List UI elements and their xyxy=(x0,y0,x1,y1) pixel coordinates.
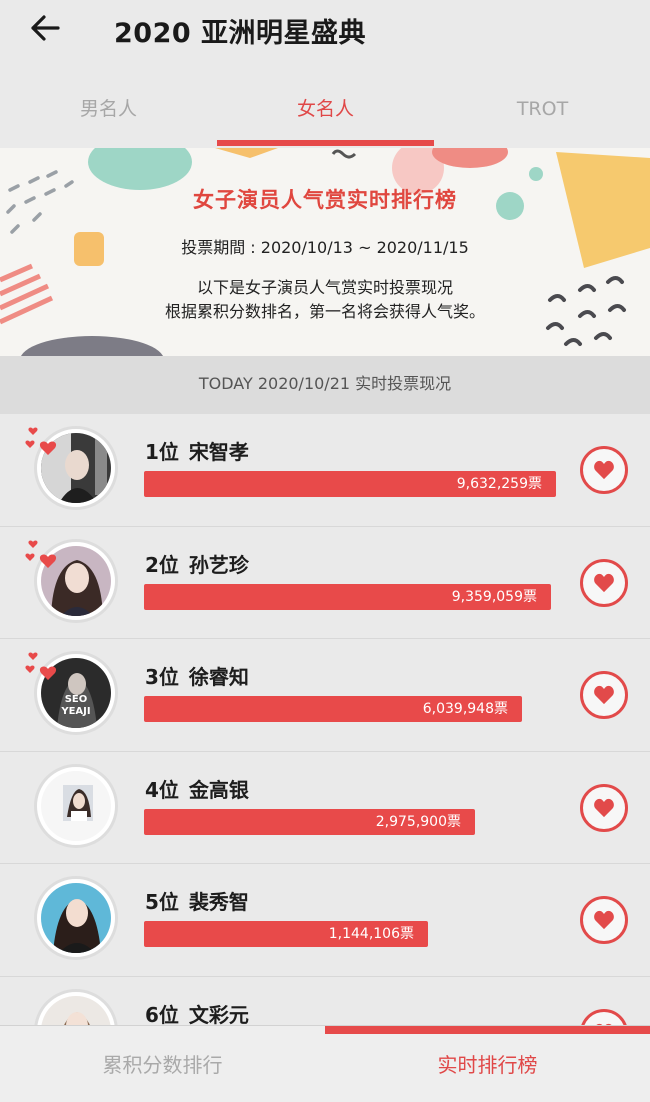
vote-count-bar: 1,144,106票 xyxy=(144,921,428,947)
voting-period: 投票期間 : 2020/10/13 ~ 2020/11/15 xyxy=(181,238,469,257)
heart-icon xyxy=(594,573,614,592)
ranking-row: 5位 裴秀智 1,144,106票 xyxy=(0,864,650,977)
vote-button[interactable] xyxy=(580,671,628,719)
bottom-navigation: 累积分数排行 实时排行榜 xyxy=(0,1025,650,1102)
heart-icon xyxy=(594,910,614,930)
ranking-row: SEO YEAJI 3位 徐睿知 6,039,948票 xyxy=(0,639,650,752)
banner-desc-line1: 以下是女子演员人气赏实时投票现况 xyxy=(196,278,453,297)
tab-cumulative-ranking[interactable]: 累积分数排行 xyxy=(0,1040,325,1090)
celebrity-name: 孙艺珍 xyxy=(188,552,249,577)
ranking-row: 2位 孙艺珍 9,359,059票 xyxy=(0,527,650,639)
top-rank-hearts-icon xyxy=(25,652,57,680)
banner-desc-line2: 根据累积分数排名，第一名将会获得人气奖。 xyxy=(164,302,485,321)
rank-name: 6位 文彩元 xyxy=(145,999,249,1028)
arrow-left-icon xyxy=(31,15,60,41)
vote-count-bar: 9,359,059票 xyxy=(144,583,551,610)
ranking-row: 1位 宋智孝 9,632,259票 xyxy=(0,414,650,527)
avatar-image xyxy=(41,770,111,841)
tab-male-celebrities[interactable]: 男名人 xyxy=(0,78,217,142)
rank-position: 5位 xyxy=(145,890,179,914)
vote-count-bar: 9,632,259票 xyxy=(144,471,556,497)
tab-female-celebrities[interactable]: 女名人 xyxy=(217,78,434,142)
avatar-image xyxy=(41,883,111,953)
active-tab-indicator xyxy=(217,140,434,146)
ranking-list: 1位 宋智孝 9,632,259票 2位 孙艺珍 9,359,059票 SEO … xyxy=(0,414,650,1089)
rank-position: 6位 xyxy=(145,1002,179,1027)
banner-title: 女子演员人气赏实时排行榜 xyxy=(193,188,457,212)
bottom-active-indicator xyxy=(325,1026,650,1034)
category-tabs: 男名人 女名人 TROT xyxy=(0,78,650,148)
rank-position: 2位 xyxy=(145,552,179,577)
celebrity-name: 宋智孝 xyxy=(188,440,249,464)
event-banner: 女子演员人气赏实时排行榜 投票期間 : 2020/10/13 ~ 2020/11… xyxy=(0,148,650,356)
rank-position: 3位 xyxy=(145,665,179,689)
vote-count-bar: 2,975,900票 xyxy=(144,808,475,835)
ranking-row: 4位 金高银 2,975,900票 xyxy=(0,752,650,864)
tab-realtime-ranking[interactable]: 实时排行榜 xyxy=(325,1040,650,1090)
top-rank-hearts-icon xyxy=(25,427,57,455)
vote-count-bar: 6,039,948票 xyxy=(144,696,522,722)
heart-icon xyxy=(594,460,614,480)
back-button[interactable] xyxy=(26,10,64,46)
vote-button[interactable] xyxy=(580,446,628,494)
vote-button[interactable] xyxy=(580,558,628,607)
page-title: 2020 亚洲明星盛典 xyxy=(114,18,367,49)
svg-text:SEO: SEO xyxy=(65,694,88,705)
rank-position: 4位 xyxy=(145,777,179,802)
banner-description: 以下是女子演员人气赏实时投票现况 根据累积分数排名，第一名将会获得人气奖。 xyxy=(0,276,650,324)
today-status-bar: TODAY 2020/10/21 实时投票现况 xyxy=(0,356,650,414)
heart-icon xyxy=(594,798,614,817)
rank-name: 5位 裴秀智 xyxy=(145,886,249,915)
vote-button[interactable] xyxy=(580,896,628,944)
rank-name: 1位 宋智孝 xyxy=(145,436,249,465)
heart-icon xyxy=(594,685,614,705)
top-rank-hearts-icon xyxy=(25,540,57,568)
celebrity-name: 徐睿知 xyxy=(188,665,249,689)
rank-name: 3位 徐睿知 xyxy=(145,661,249,690)
app-header: 2020 亚洲明星盛典 xyxy=(0,0,650,58)
celebrity-name: 裴秀智 xyxy=(188,890,249,914)
avatar xyxy=(34,876,118,960)
rank-name: 4位 金高银 xyxy=(145,774,249,803)
celebrity-name: 金高银 xyxy=(188,777,249,802)
celebrity-name: 文彩元 xyxy=(188,1002,249,1027)
rank-name: 2位 孙艺珍 xyxy=(145,549,249,578)
svg-text:YEAJI: YEAJI xyxy=(60,706,90,717)
avatar xyxy=(34,763,118,848)
rank-position: 1位 xyxy=(145,440,179,464)
tab-trot[interactable]: TROT xyxy=(434,78,650,142)
vote-button[interactable] xyxy=(580,783,628,832)
